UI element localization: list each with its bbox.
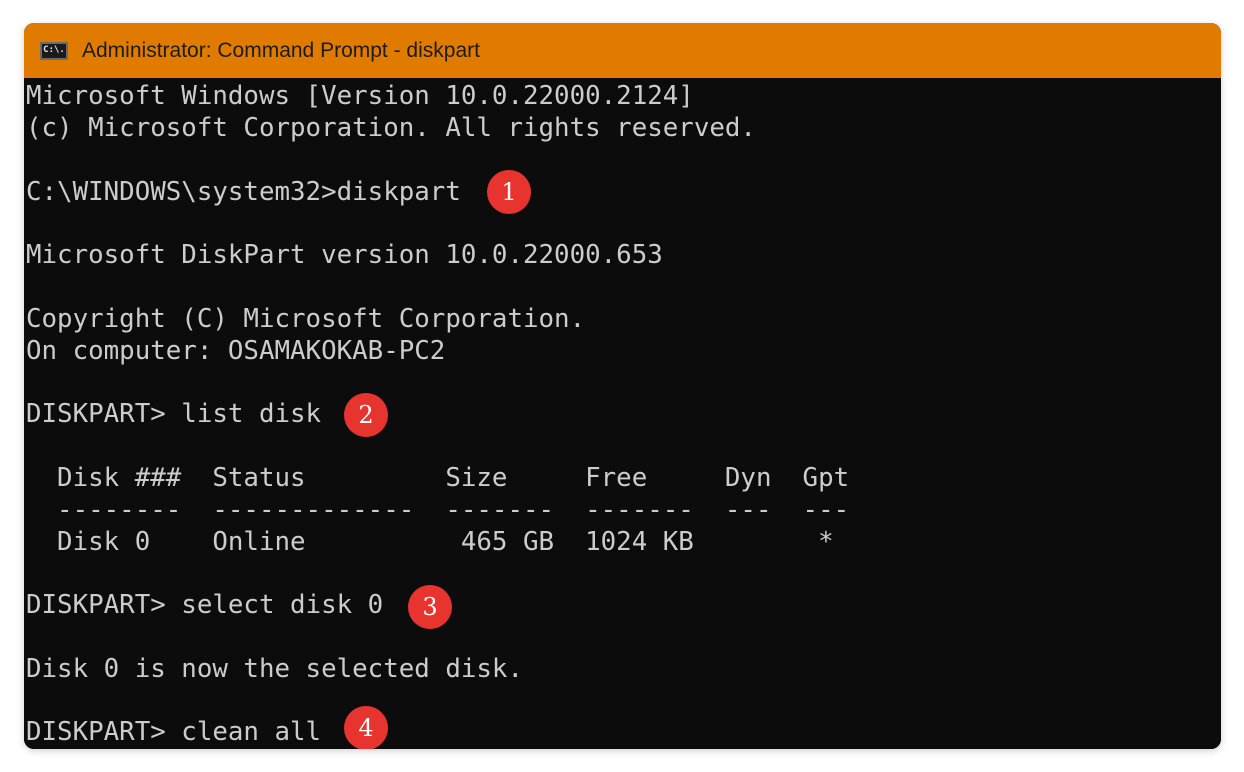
disk-table-header: Disk ### Status Size Free Dyn Gpt	[26, 463, 850, 493]
console-line-list-disk-command: DISKPART> list disk	[26, 399, 322, 429]
disk-table-separator: -------- ------------- ------- ------- -…	[26, 495, 850, 525]
step-badge-2: 2	[344, 393, 388, 437]
step-badge-1: 1	[487, 170, 531, 214]
console-line-clean-all-command: DISKPART> clean all	[26, 717, 322, 747]
console-output[interactable]: Microsoft Windows [Version 10.0.22000.21…	[24, 78, 1221, 749]
window-title: Administrator: Command Prompt - diskpart	[82, 38, 480, 62]
app-icon-text: C:\.	[43, 45, 65, 55]
console-line-select-disk-command: DISKPART> select disk 0	[26, 590, 384, 620]
console-line-selected-disk-message: Disk 0 is now the selected disk.	[26, 654, 523, 684]
console-line-diskpart-copyright: Copyright (C) Microsoft Corporation.	[26, 304, 586, 334]
command-prompt-icon: C:\.	[40, 41, 68, 60]
disk-table-row: Disk 0 Online 465 GB 1024 KB *	[26, 527, 834, 557]
step-badge-4: 4	[344, 706, 388, 749]
console-line-computer-name: On computer: OSAMAKOKAB-PC2	[26, 336, 446, 366]
step-badge-3: 3	[408, 585, 452, 629]
title-bar[interactable]: C:\. Administrator: Command Prompt - dis…	[24, 23, 1221, 78]
console-line-diskpart-command: C:\WINDOWS\system32>diskpart	[26, 177, 461, 207]
command-prompt-window: C:\. Administrator: Command Prompt - dis…	[24, 23, 1221, 749]
console-line-version: Microsoft Windows [Version 10.0.22000.21…	[26, 81, 694, 111]
console-line-copyright: (c) Microsoft Corporation. All rights re…	[26, 113, 756, 143]
console-line-diskpart-version: Microsoft DiskPart version 10.0.22000.65…	[26, 240, 663, 270]
